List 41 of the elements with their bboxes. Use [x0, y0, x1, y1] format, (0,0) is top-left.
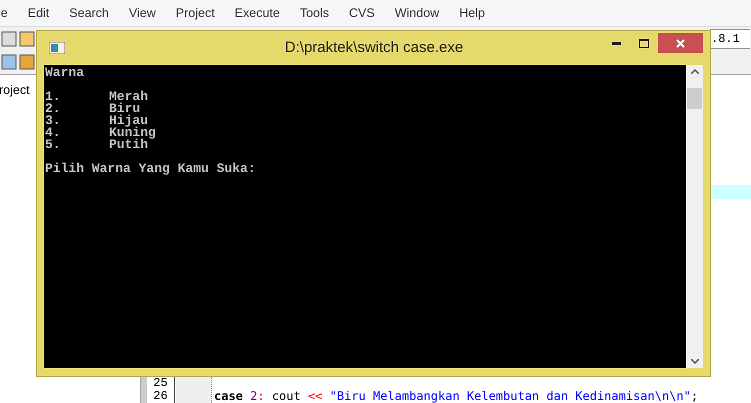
menu-item[interactable]: Edit: [28, 4, 50, 22]
console-app-icon: [49, 42, 65, 54]
close-button[interactable]: [658, 33, 703, 53]
option-number: 3.: [45, 115, 62, 127]
menu-item[interactable]: le: [0, 4, 8, 22]
toolbar-icon[interactable]: [19, 54, 35, 70]
scroll-up-icon[interactable]: [690, 69, 698, 74]
menu-item[interactable]: Execute: [234, 4, 280, 22]
option-label: Biru: [109, 103, 140, 115]
menu-item[interactable]: Window: [394, 4, 440, 22]
option-label: Kuning: [109, 127, 156, 139]
console-prompt: Pilih Warna Yang Kamu Suka:: [45, 163, 257, 175]
menu-item[interactable]: Search: [69, 4, 109, 22]
console-heading: Warna: [45, 67, 86, 79]
window-title: D:\praktek\switch case.exe: [284, 38, 464, 58]
menu-item[interactable]: Tools: [300, 4, 330, 22]
menu-item[interactable]: CVS: [349, 4, 375, 22]
menu-item[interactable]: Help: [459, 4, 485, 22]
code-line: case 2: cout << "Biru Melambangkan Kelembutan dan Kedinamisan\n\n";: [214, 390, 700, 403]
toolbar-icon[interactable]: [1, 30, 17, 47]
option-number: 2.: [45, 103, 62, 115]
option-label: Hijau: [109, 115, 148, 127]
line-number: 26: [152, 390, 169, 403]
project-tab[interactable]: roject: [0, 83, 30, 97]
menu-item[interactable]: View: [128, 4, 156, 22]
option-number: 4.: [45, 127, 62, 139]
maximize-icon: [639, 38, 649, 48]
compiler-field[interactable]: .8.1: [710, 28, 750, 49]
scroll-thumb[interactable]: [687, 88, 702, 109]
scroll-down-icon[interactable]: [690, 359, 698, 364]
toolbar-icon[interactable]: [1, 54, 17, 70]
minimize-icon: [612, 42, 620, 44]
option-number: 5.: [45, 139, 62, 151]
toolbar-icon[interactable]: [19, 30, 35, 47]
option-label: Merah: [109, 91, 148, 103]
option-number: 1.: [45, 91, 62, 103]
close-icon: [676, 38, 685, 48]
scrollbar[interactable]: [686, 65, 703, 368]
option-label: Putih: [109, 139, 148, 151]
line-number: 25: [152, 377, 169, 390]
menu-item[interactable]: Project: [176, 4, 215, 22]
